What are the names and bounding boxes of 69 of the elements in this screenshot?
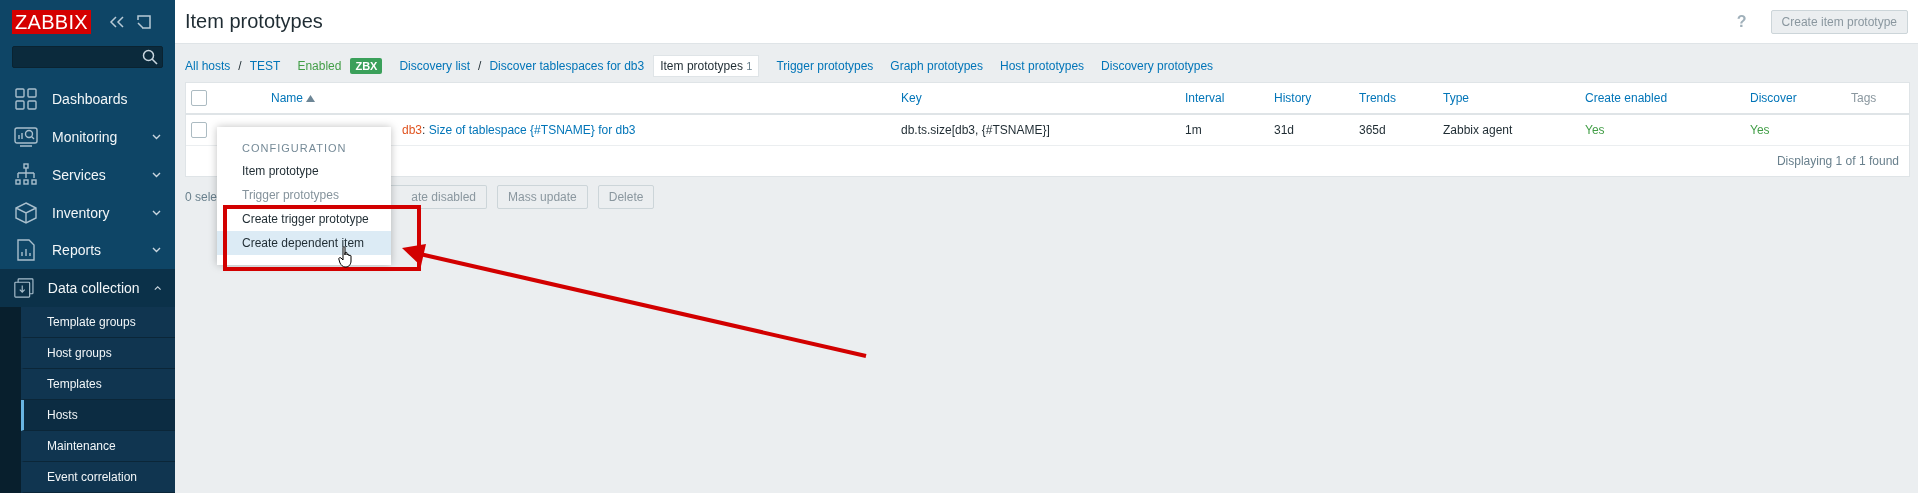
monitor-icon: [14, 125, 38, 149]
breadcrumb-link[interactable]: TEST: [249, 59, 281, 73]
breadcrumb-link[interactable]: Trigger prototypes: [776, 59, 874, 73]
report-icon: [14, 238, 38, 263]
menu-item[interactable]: Data collection: [0, 269, 175, 308]
column-header: Tags: [1851, 91, 1877, 105]
chevron-down-icon: [152, 209, 161, 216]
breadcrumb-link[interactable]: Discover tablespaces for db3: [489, 59, 645, 73]
column-header[interactable]: Key: [901, 91, 922, 105]
availability-badge: ZBX: [350, 58, 383, 74]
submenu-item[interactable]: Maintenance: [21, 431, 175, 463]
chevron-up-icon: [153, 285, 161, 292]
hierarchy-icon: [14, 162, 38, 187]
menu-item[interactable]: Create trigger prototype: [217, 207, 391, 231]
column-header[interactable]: Type: [1443, 91, 1469, 105]
table-cell: 1m: [1185, 123, 1202, 137]
sort-up-icon: [306, 94, 316, 102]
menu-item[interactable]: Inventory: [0, 193, 175, 232]
menu-item[interactable]: Reports: [0, 231, 175, 270]
search-field[interactable]: [12, 45, 163, 69]
chevron-down-icon: [152, 247, 161, 254]
breadcrumb-link[interactable]: Discovery prototypes: [1101, 59, 1214, 73]
column-header[interactable]: Create enabled: [1585, 91, 1668, 105]
selected-count: 0 sele: [185, 190, 218, 204]
status-link[interactable]: Yes: [1585, 123, 1605, 137]
submenu-item[interactable]: Event correlation: [21, 462, 175, 493]
collapse-icon[interactable]: [108, 15, 125, 30]
table-cell: 31d: [1274, 123, 1295, 137]
separator: /: [238, 59, 242, 73]
column-header[interactable]: Trends: [1359, 91, 1396, 105]
column-header[interactable]: Interval: [1185, 91, 1225, 105]
breadcrumb-link[interactable]: Host prototypes: [1000, 59, 1085, 73]
column-header[interactable]: Name: [271, 91, 316, 105]
chevron-down-icon: [152, 134, 161, 140]
search-icon[interactable]: [142, 48, 158, 65]
checkbox[interactable]: [191, 90, 207, 106]
submenu-item[interactable]: Host groups: [21, 338, 175, 370]
separator: /: [478, 59, 482, 73]
page-title: Item prototypes: [185, 10, 324, 33]
kiosk-mode-icon[interactable]: [136, 15, 151, 30]
column-header[interactable]: History: [1274, 91, 1312, 105]
download-icon: [14, 276, 34, 301]
table-cell: Zabbix agent: [1443, 123, 1513, 137]
menu-item[interactable]: Item prototype: [217, 159, 391, 183]
menu-item[interactable]: Create dependent item: [217, 231, 391, 255]
chevron-down-icon: [152, 171, 161, 178]
menu-item[interactable]: Monitoring: [0, 118, 175, 156]
status-text[interactable]: Enabled: [297, 59, 342, 73]
checkbox[interactable]: [191, 122, 207, 138]
submenu-item[interactable]: Template groups: [21, 307, 175, 339]
breadcrumb-link[interactable]: Discovery list: [399, 59, 471, 73]
menu-item[interactable]: Dashboards: [0, 80, 175, 119]
table-cell: db.ts.size[db3, {#TSNAME}]: [901, 123, 1050, 137]
tab[interactable]: Item prototypes 1: [653, 55, 760, 77]
menu-item[interactable]: Services: [0, 155, 175, 194]
logo[interactable]: ZABBIX: [12, 10, 91, 35]
separator: :: [422, 123, 426, 137]
item-name-link[interactable]: Size of tablespace {#TSNAME} for db3: [428, 123, 636, 137]
submenu-item[interactable]: Templates: [21, 369, 175, 401]
table-footer-text: Displaying 1 of 1 found: [1776, 154, 1899, 168]
status-link[interactable]: Yes: [1750, 123, 1770, 137]
submenu-item[interactable]: Hosts: [21, 400, 175, 432]
column-header[interactable]: Discover: [1750, 91, 1797, 105]
breadcrumb-link[interactable]: All hosts: [185, 59, 231, 73]
grid-icon: [14, 87, 38, 112]
menu-heading: CONFIGURATION: [241, 141, 348, 156]
table-cell: 365d: [1359, 123, 1386, 137]
box-icon: [14, 200, 38, 225]
breadcrumb-link[interactable]: Graph prototypes: [890, 59, 984, 73]
